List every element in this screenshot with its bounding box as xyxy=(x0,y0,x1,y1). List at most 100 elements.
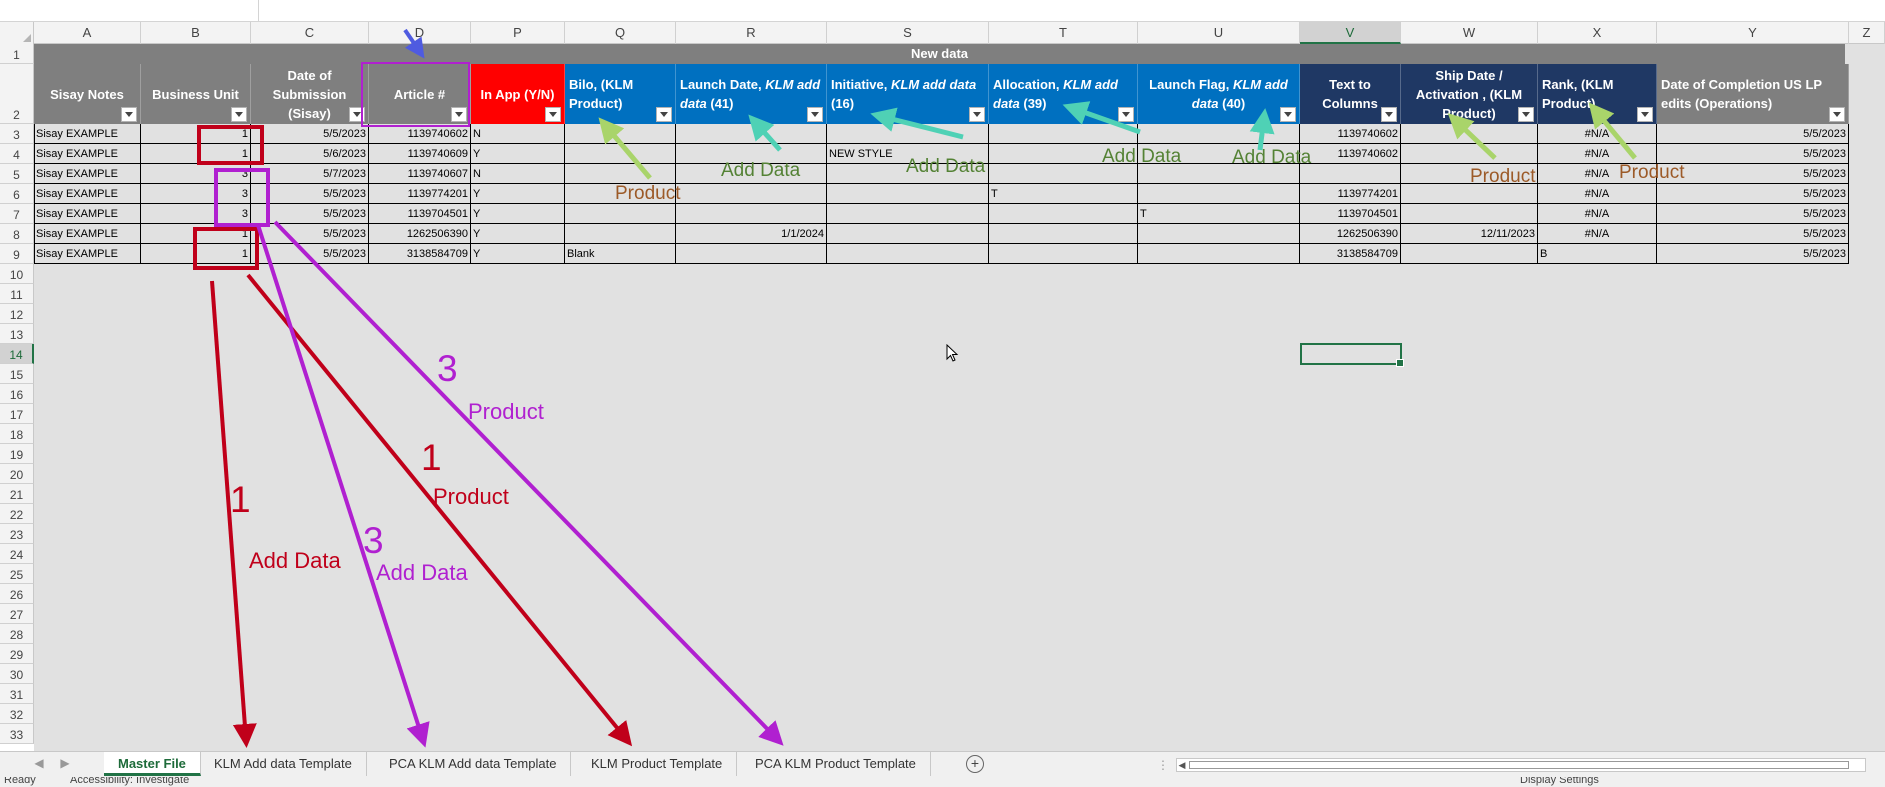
cell-launch_date[interactable] xyxy=(676,244,827,264)
tab-klm-add-data-template[interactable]: KLM Add data Template xyxy=(200,752,367,776)
cell-launch_flag[interactable] xyxy=(1138,184,1300,204)
cell-notes[interactable]: Sisay EXAMPLE xyxy=(34,204,141,224)
cell-rank[interactable]: #N/A xyxy=(1538,224,1657,244)
row-header-33[interactable]: 33 xyxy=(0,724,34,744)
cell-date[interactable]: 5/6/2023 xyxy=(251,144,369,164)
row-header-17[interactable]: 17 xyxy=(0,404,34,424)
header-article[interactable]: Article # xyxy=(369,64,471,124)
add-sheet-button[interactable]: + xyxy=(966,755,984,773)
tab-scroll-left-icon[interactable]: ◀ xyxy=(30,756,48,770)
row-header-5[interactable]: 5 xyxy=(0,164,34,184)
filter-dropdown-button[interactable] xyxy=(1829,107,1845,122)
tab-scroll-right-icon[interactable]: ▶ xyxy=(56,756,74,770)
column-header-t[interactable]: T xyxy=(989,22,1138,44)
column-header-x[interactable]: X xyxy=(1538,22,1657,44)
filter-dropdown-button[interactable] xyxy=(807,107,823,122)
cell-bilo[interactable] xyxy=(565,184,676,204)
row-header-12[interactable]: 12 xyxy=(0,304,34,324)
cell-article[interactable]: 3138584709 xyxy=(369,244,471,264)
cell-ship[interactable] xyxy=(1401,184,1538,204)
tab-pca-klm-add-data-template[interactable]: PCA KLM Add data Template xyxy=(375,752,572,776)
cell-completion[interactable]: 5/5/2023 xyxy=(1657,124,1849,144)
header-ship-date[interactable]: Ship Date / Activation , (KLM Product) xyxy=(1401,64,1538,124)
cell-initiative[interactable] xyxy=(827,124,989,144)
tab-split-handle-icon[interactable]: ⋮ xyxy=(1157,758,1169,772)
cell-notes[interactable]: Sisay EXAMPLE xyxy=(34,224,141,244)
cell-launch_flag[interactable] xyxy=(1138,144,1300,164)
header-business-unit[interactable]: Business Unit xyxy=(141,64,251,124)
header-sisay-notes[interactable]: Sisay Notes xyxy=(34,64,141,124)
cell-notes[interactable]: Sisay EXAMPLE xyxy=(34,184,141,204)
filter-dropdown-button[interactable] xyxy=(545,107,561,122)
column-header-w[interactable]: W xyxy=(1401,22,1538,44)
cell-allocation[interactable] xyxy=(989,164,1138,184)
cell-bu[interactable]: 3 xyxy=(141,204,251,224)
row-header-22[interactable]: 22 xyxy=(0,504,34,524)
scrollbar-thumb[interactable] xyxy=(1189,761,1849,769)
column-header-u[interactable]: U xyxy=(1138,22,1300,44)
cell-article[interactable]: 1139740609 xyxy=(369,144,471,164)
row-header-19[interactable]: 19 xyxy=(0,444,34,464)
column-header-a[interactable]: A xyxy=(34,22,141,44)
cell-bilo[interactable] xyxy=(565,204,676,224)
status-display-settings[interactable]: Display Settings xyxy=(1520,777,1599,786)
cell-bu[interactable]: 3 xyxy=(141,164,251,184)
header-initiative[interactable]: Initiative, KLM add data (16) xyxy=(827,64,989,124)
tab-master-file[interactable]: Master File xyxy=(104,752,201,776)
cell-bilo[interactable] xyxy=(565,164,676,184)
cell-rank[interactable]: B xyxy=(1538,244,1657,264)
filter-dropdown-button[interactable] xyxy=(1381,107,1397,122)
select-all-corner[interactable] xyxy=(0,22,34,44)
row-header-20[interactable]: 20 xyxy=(0,464,34,484)
row-header-31[interactable]: 31 xyxy=(0,684,34,704)
cell-launch_flag[interactable] xyxy=(1138,224,1300,244)
cell-article[interactable]: 1139740602 xyxy=(369,124,471,144)
row-header-15[interactable]: 15 xyxy=(0,364,34,384)
header-date-of-completion[interactable]: Date of Completion US LP edits (Operatio… xyxy=(1657,64,1849,124)
cell-in_app[interactable]: Y xyxy=(471,224,565,244)
horizontal-scrollbar[interactable]: ◀ xyxy=(1176,758,1866,772)
cell-in_app[interactable]: Y xyxy=(471,244,565,264)
active-cell-v14[interactable] xyxy=(1300,343,1404,367)
cell-article[interactable]: 1139774201 xyxy=(369,184,471,204)
cell-completion[interactable]: 5/5/2023 xyxy=(1657,204,1849,224)
column-header-p[interactable]: P xyxy=(471,22,565,44)
header-rank[interactable]: Rank, (KLM Product) xyxy=(1538,64,1657,124)
row-header-1[interactable]: 1 xyxy=(0,44,34,64)
column-header-d[interactable]: D xyxy=(369,22,471,44)
header-in-app[interactable]: In App (Y/N) xyxy=(471,64,565,124)
row-header-11[interactable]: 11 xyxy=(0,284,34,304)
cell-completion[interactable]: 5/5/2023 xyxy=(1657,244,1849,264)
header-launch-flag[interactable]: Launch Flag, KLM add data (40) xyxy=(1138,64,1300,124)
cell-initiative[interactable] xyxy=(827,184,989,204)
cell-date[interactable]: 5/5/2023 xyxy=(251,124,369,144)
status-accessibility[interactable]: Accessibility: Investigate xyxy=(70,777,189,786)
row-header-4[interactable]: 4 xyxy=(0,144,34,164)
row-header-28[interactable]: 28 xyxy=(0,624,34,644)
column-header-s[interactable]: S xyxy=(827,22,989,44)
cell-launch_date[interactable] xyxy=(676,184,827,204)
cell-bu[interactable]: 1 xyxy=(141,224,251,244)
row-header-32[interactable]: 32 xyxy=(0,704,34,724)
cell-launch_flag[interactable] xyxy=(1138,164,1300,184)
cell-bu[interactable]: 1 xyxy=(141,244,251,264)
filter-dropdown-button[interactable] xyxy=(1637,107,1653,122)
column-header-r[interactable]: R xyxy=(676,22,827,44)
cell-notes[interactable]: Sisay EXAMPLE xyxy=(34,124,141,144)
cell-allocation[interactable] xyxy=(989,144,1138,164)
cell-date[interactable]: 5/5/2023 xyxy=(251,204,369,224)
cell-launch_flag[interactable] xyxy=(1138,244,1300,264)
cell-ship[interactable] xyxy=(1401,204,1538,224)
cell-ship[interactable] xyxy=(1401,124,1538,144)
cell-launch_date[interactable] xyxy=(676,164,827,184)
scroll-left-icon[interactable]: ◀ xyxy=(1177,759,1187,771)
cell-date[interactable]: 5/5/2023 xyxy=(251,244,369,264)
cell-completion[interactable]: 5/5/2023 xyxy=(1657,164,1849,184)
cell-article[interactable]: 1139740607 xyxy=(369,164,471,184)
cell-allocation[interactable] xyxy=(989,124,1138,144)
filter-dropdown-button[interactable] xyxy=(1280,107,1296,122)
row-header-3[interactable]: 3 xyxy=(0,124,34,144)
cell-bilo[interactable] xyxy=(565,124,676,144)
cell-ttc[interactable]: 1262506390 xyxy=(1300,224,1401,244)
cell-bu[interactable]: 3 xyxy=(141,184,251,204)
